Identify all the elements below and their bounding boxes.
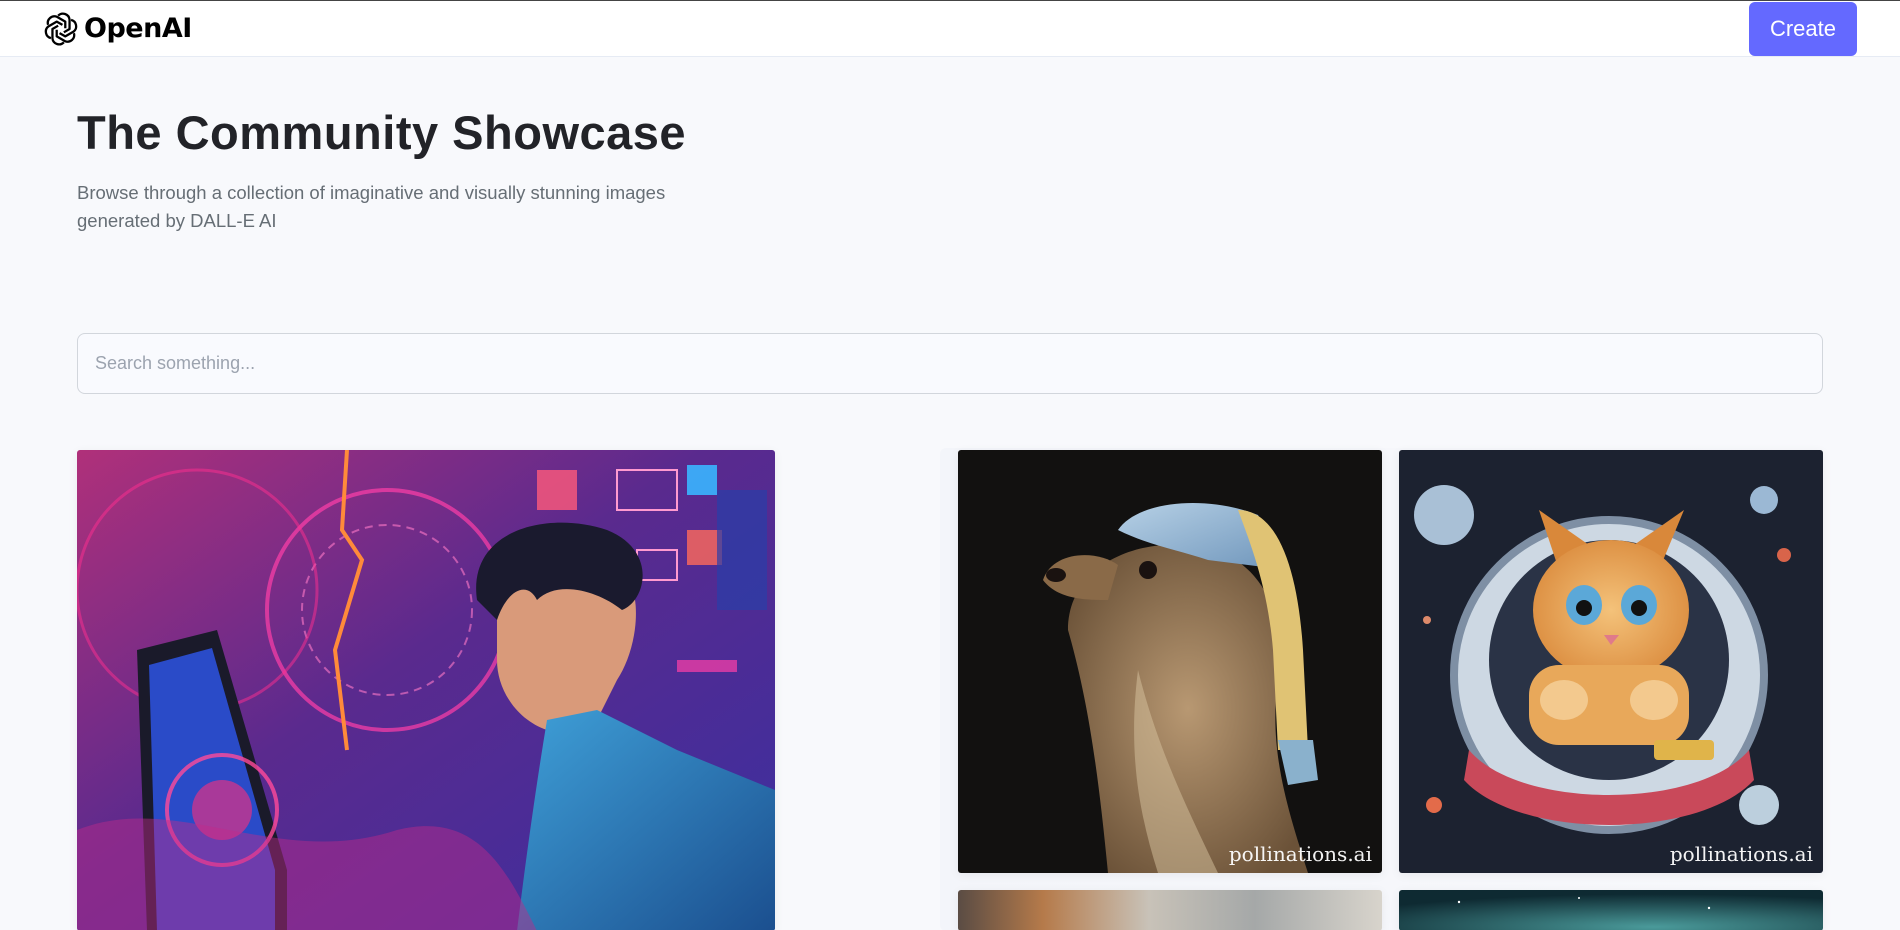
gallery-card-neon-man[interactable] bbox=[77, 450, 775, 930]
gallery-card-space-cat[interactable]: pollinations.ai bbox=[1399, 450, 1823, 873]
brand-logo[interactable]: OpenAI bbox=[42, 10, 192, 48]
page-subtitle: Browse through a collection of imaginati… bbox=[77, 182, 666, 231]
neon-man-image bbox=[77, 450, 775, 930]
interior-image bbox=[958, 890, 1382, 930]
gallery-card-night-sky[interactable] bbox=[1399, 890, 1823, 930]
openai-logo-icon bbox=[44, 12, 78, 45]
night-sky-image bbox=[1399, 890, 1823, 930]
otter-watermark: pollinations.ai bbox=[1228, 842, 1372, 866]
gallery-card-interior[interactable] bbox=[958, 890, 1382, 930]
space-cat-image bbox=[1399, 450, 1823, 873]
brand-name: OpenAI bbox=[84, 13, 192, 44]
gallery-card-otter[interactable]: pollinations.ai bbox=[958, 450, 1382, 873]
page-title: The Community Showcase bbox=[77, 106, 687, 159]
create-button[interactable]: Create bbox=[1749, 1, 1857, 56]
search-input[interactable] bbox=[77, 333, 1823, 394]
space-cat-watermark: pollinations.ai bbox=[1669, 842, 1813, 866]
otter-image bbox=[958, 450, 1382, 873]
top-nav: OpenAI Create bbox=[0, 1, 1900, 57]
